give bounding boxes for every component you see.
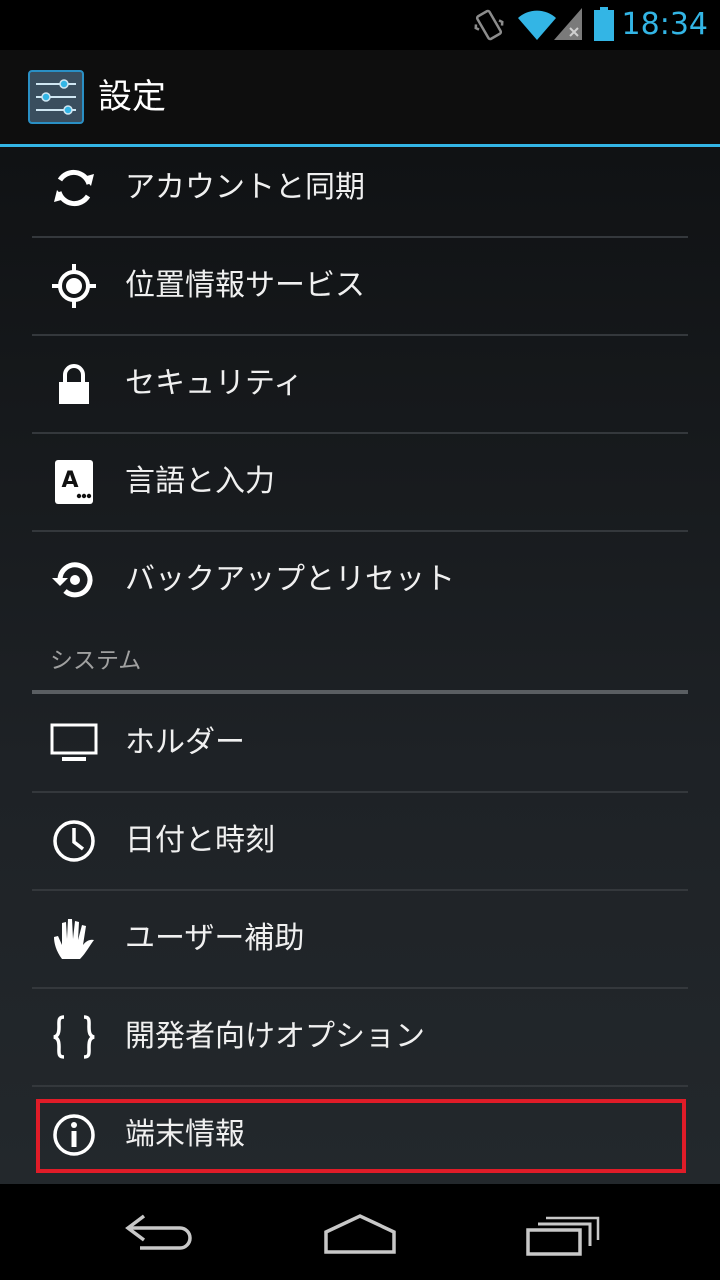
settings-item-label: 位置情報サービス [125,268,365,303]
settings-item-label: バックアップとリセット [125,562,455,597]
clock-icon [53,820,95,862]
braces-icon [53,1015,95,1059]
lock-icon [59,364,89,404]
section-header-system: システム [50,648,142,674]
navigation-bar [0,1184,720,1280]
battery-icon [594,7,614,41]
backup-restore-icon [52,562,93,598]
status-bar: 18:34 [0,0,720,50]
hand-icon [54,919,94,959]
keyboard-language-icon: A [55,460,93,504]
settings-item-label: ホルダー [125,725,245,760]
settings-item-location[interactable]: 位置情報サービス [32,238,688,334]
location-icon [52,264,96,308]
android-settings-screen: 18:34 設定 アカウントと同期 位置情報サービス セキュリティ A 言語と入… [0,0,720,1280]
settings-item-holder[interactable]: ホルダー [32,695,688,791]
settings-item-label: アカウントと同期 [125,170,365,205]
settings-list: アカウントと同期 位置情報サービス セキュリティ A 言語と入力 バックアップと… [0,147,720,1184]
settings-item-label: 日付と時刻 [125,823,275,858]
status-clock: 18:34 [621,7,708,42]
settings-item-label: セキュリティ [125,366,304,401]
sync-icon [54,169,94,207]
svg-text:A: A [61,468,78,493]
settings-sliders-icon[interactable] [28,70,84,124]
settings-item-date-time[interactable]: 日付と時刻 [32,793,688,889]
action-bar: 設定 [0,50,720,144]
settings-item-label: 言語と入力 [125,464,275,499]
signal-icon [554,8,582,40]
settings-item-accounts-sync[interactable]: アカウントと同期 [32,140,688,236]
recent-apps-icon[interactable] [524,1214,600,1258]
settings-item-label: 開発者向けオプション [125,1019,425,1054]
settings-item-developer-options[interactable]: 開発者向けオプション [32,989,688,1085]
section-divider [32,690,688,694]
back-icon[interactable] [122,1210,198,1254]
settings-item-language-input[interactable]: A 言語と入力 [32,434,688,530]
page-title: 設定 [98,77,166,117]
settings-item-label: ユーザー補助 [125,921,305,956]
highlight-box [36,1099,686,1173]
vibrate-icon [474,9,504,41]
settings-item-security[interactable]: セキュリティ [32,336,688,432]
home-icon[interactable] [322,1212,398,1256]
settings-item-backup-reset[interactable]: バックアップとリセット [32,532,688,628]
settings-item-accessibility[interactable]: ユーザー補助 [32,891,688,987]
monitor-icon [50,723,98,761]
